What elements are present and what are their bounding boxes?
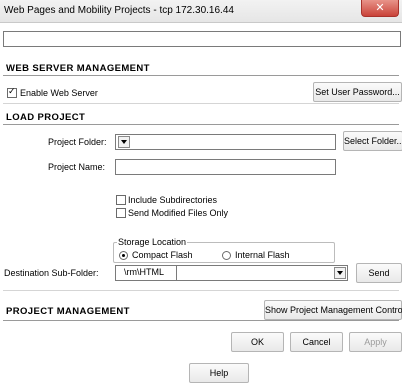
- chevron-down-icon: [334, 267, 346, 279]
- destination-subfolder-label: Destination Sub-Folder:: [4, 268, 99, 278]
- storage-location-legend: Storage Location: [117, 237, 188, 247]
- cancel-button[interactable]: Cancel: [290, 332, 343, 352]
- close-icon: ✕: [375, 1, 385, 14]
- include-subdirectories-checkbox[interactable]: [116, 195, 126, 205]
- project-folder-label: Project Folder:: [48, 137, 107, 147]
- destination-subfolder-dropdown[interactable]: [176, 265, 348, 281]
- enable-web-server-label: Enable Web Server: [20, 88, 98, 98]
- dialog-window: Web Pages and Mobility Projects - tcp 17…: [0, 0, 402, 383]
- ok-button[interactable]: OK: [231, 332, 284, 352]
- close-button[interactable]: ✕: [361, 0, 399, 17]
- project-management-heading: PROJECT MANAGEMENT: [6, 306, 130, 317]
- window-title: Web Pages and Mobility Projects - tcp 17…: [4, 5, 234, 16]
- show-project-management-controls-button[interactable]: Show Project Management Controls: [264, 300, 402, 320]
- load-project-heading: LOAD PROJECT: [6, 112, 86, 123]
- project-name-label: Project Name:: [48, 162, 106, 172]
- compact-flash-radio[interactable]: [119, 251, 128, 260]
- apply-button[interactable]: Apply: [349, 332, 402, 352]
- checkmark-icon: ✓: [8, 87, 16, 97]
- project-folder-dropdown[interactable]: [115, 134, 336, 150]
- project-name-field[interactable]: [115, 159, 336, 175]
- compact-flash-label: Compact Flash: [132, 250, 193, 260]
- load-project-divider: [3, 124, 399, 125]
- status-field: [3, 31, 401, 47]
- chevron-down-icon: [118, 136, 130, 148]
- project-management-divider: [3, 320, 399, 321]
- destination-prefix-field: \rm\HTML: [115, 265, 177, 281]
- web-server-bottom-divider: [3, 103, 399, 104]
- send-modified-checkbox[interactable]: [116, 208, 126, 218]
- select-folder-button[interactable]: Select Folder...: [343, 131, 402, 151]
- destination-prefix-value: \rm\HTML: [124, 267, 164, 277]
- send-modified-label: Send Modified Files Only: [128, 208, 229, 218]
- load-project-bottom-divider: [3, 290, 399, 291]
- help-button[interactable]: Help: [189, 363, 249, 383]
- set-user-password-button[interactable]: Set User Password...: [313, 82, 402, 102]
- internal-flash-radio[interactable]: [222, 251, 231, 260]
- web-server-divider: [3, 75, 399, 76]
- include-subdirectories-label: Include Subdirectories: [128, 195, 218, 205]
- enable-web-server-checkbox[interactable]: ✓: [7, 87, 17, 98]
- internal-flash-label: Internal Flash: [235, 250, 290, 260]
- web-server-heading: WEB SERVER MANAGEMENT: [6, 63, 150, 74]
- title-bar: Web Pages and Mobility Projects - tcp 17…: [0, 0, 402, 23]
- send-button[interactable]: Send: [356, 263, 402, 283]
